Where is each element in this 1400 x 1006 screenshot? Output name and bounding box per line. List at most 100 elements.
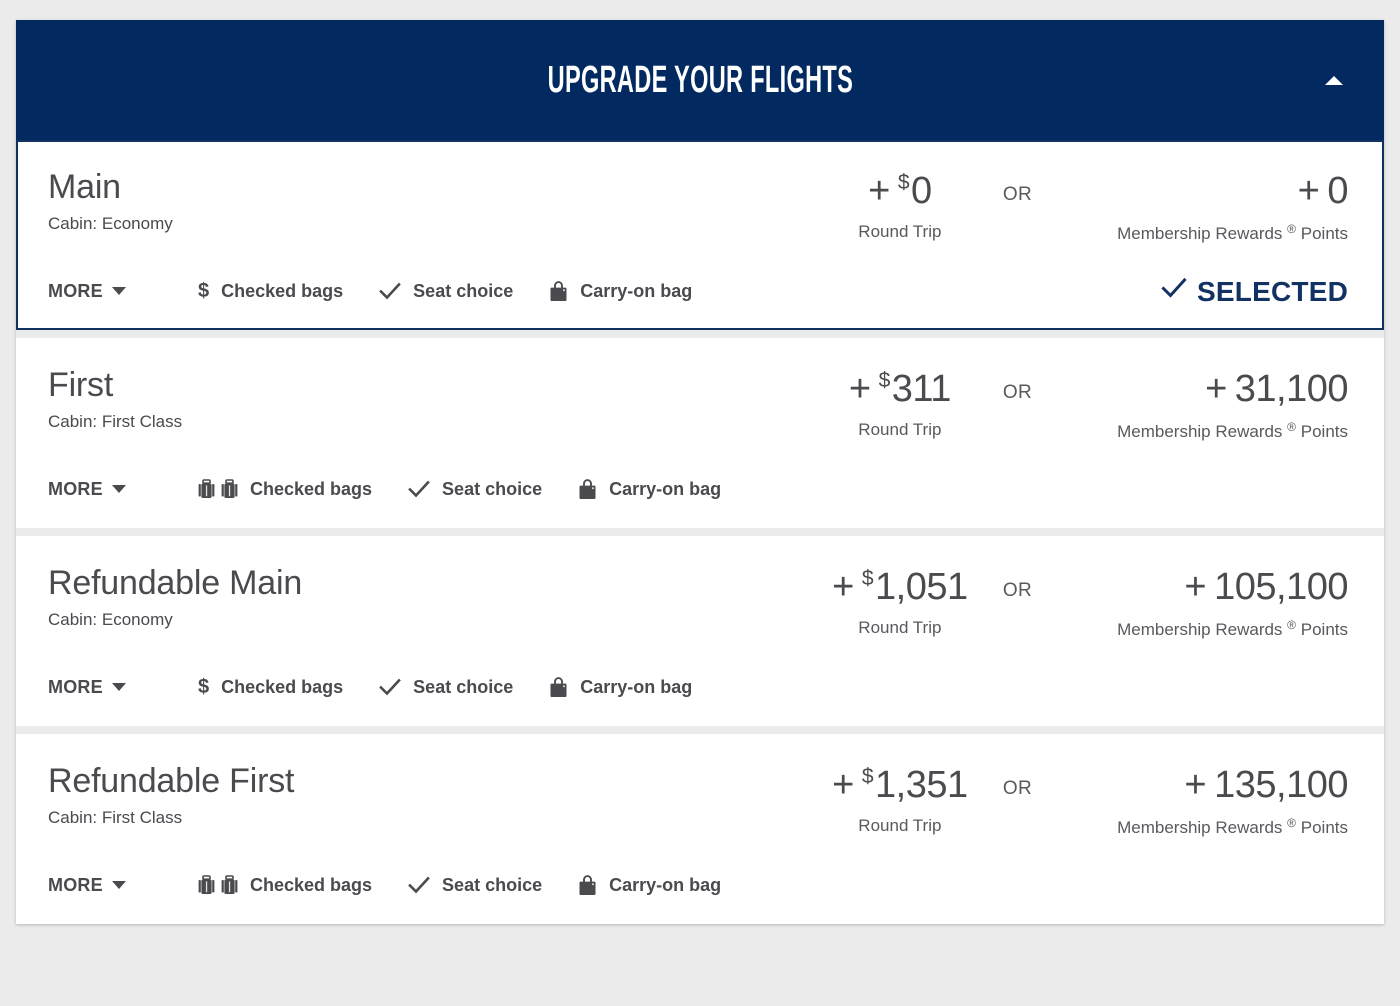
fare-card-header: Refundable Main Cabin: Economy + $1,051 Roun… [48,564,1348,640]
panel-header: UPGRADE YOUR FLIGHTS [16,20,1384,140]
more-button[interactable]: MORE [48,281,198,302]
check-icon [379,280,402,302]
suitcase-icon [198,479,215,499]
selected-check-icon [1161,275,1187,308]
caret-up-icon [1325,75,1343,85]
chevron-down-icon [111,287,126,295]
feature-checked-bags: $ Checked bags [198,677,343,698]
points-suffix: Points [1300,224,1348,243]
feature-icons [379,280,402,302]
round-trip-label: Round Trip [858,420,942,439]
price-block: + $0 Round Trip OR +0 Membership Rewards ® Po… [815,168,1348,244]
dollar-icon: $ [198,280,210,302]
fare-card-footer: MORE Checked bags Seat choice Carry-on bag [48,474,1348,504]
fare-identity: Refundable Main Cabin: Economy [48,564,302,630]
plus-sign: + [1297,170,1320,212]
more-label: MORE [48,874,103,895]
feature-seat-choice: Seat choice [408,478,542,500]
plus-sign: + [848,368,871,410]
card-divider [16,726,1384,734]
fare-cabin: Cabin: Economy [48,610,173,630]
more-button[interactable]: MORE [48,875,198,896]
price-block: + $311 Round Trip OR +31,100 Membership Rewar… [815,366,1349,442]
feature-label: Carry-on bag [580,280,693,301]
feature-seat-choice: Seat choice [379,676,513,698]
feature-carry-on-bag: Carry-on bag [549,281,692,302]
fare-identity: Refundable First Cabin: First Class [48,762,294,828]
feature-icons: $ [198,281,209,301]
fare-card-main[interactable]: Main Cabin: Economy + $0 Round Trip OR +0 Membe… [16,140,1384,330]
cash-price: + $311 Round Trip [815,370,985,440]
card-divider [16,528,1384,536]
check-icon [379,676,402,698]
points-program-name: Membership Rewards [1117,224,1283,243]
feature-icons [198,479,238,499]
currency-symbol: $ [861,765,874,788]
more-label: MORE [48,280,103,301]
check-icon [408,874,430,896]
fare-card-header: Refundable First Cabin: First Class + $1,35… [48,762,1348,838]
fare-name: Refundable First [48,762,295,800]
check-icon [408,478,430,500]
cash-value: 0 [911,170,932,212]
dollar-icon: $ [198,676,210,698]
or-separator: OR [1002,184,1032,205]
cash-value: 311 [891,368,952,410]
fare-identity: First Cabin: First Class [48,366,182,432]
fare-cabin: Cabin: First Class [48,412,183,432]
cash-amount: + $1,351 [815,766,985,804]
feature-label: Checked bags [221,280,344,301]
fare-card-footer: MORE Checked bags Seat choice Carry-on bag [48,870,1348,900]
feature-icons [198,875,238,895]
registered-trademark-icon: ® [1287,222,1297,236]
feature-list: $ Checked bags Seat choice Carry-on bag [198,676,692,698]
fare-card-footer: MORE $ Checked bags Seat choice Carry-on bag… [48,275,1348,308]
feature-list: Checked bags Seat choice Carry-on bag [198,874,721,896]
fare-card-header: First Cabin: First Class + $311 Round Trip OR… [48,366,1349,442]
currency-symbol: $ [897,171,910,194]
points-label: Membership Rewards ® Points [1048,618,1348,640]
points-value: 31,100 [1234,368,1349,410]
or-separator: OR [1002,382,1032,403]
points-suffix: Points [1300,422,1348,441]
points-label: Membership Rewards ® Points [1048,420,1348,442]
cash-amount: + $311 [815,370,985,408]
currency-symbol: $ [861,567,874,590]
upgrade-panel: UPGRADE YOUR FLIGHTS Main Cabin: Economy +… [16,20,1384,924]
carry-on-bag-icon [549,676,568,698]
plus-sign: + [832,764,854,806]
price-block: + $1,051 Round Trip OR +105,100 Membership Re… [815,564,1348,640]
feature-label: Checked bags [250,874,373,895]
or-separator: OR [1002,580,1032,601]
feature-icons [549,280,568,302]
points-suffix: Points [1300,620,1348,639]
cash-value: 1,051 [875,566,968,608]
more-button[interactable]: MORE [48,677,198,698]
feature-icons: $ [198,677,209,697]
fare-card-first[interactable]: First Cabin: First Class + $311 Round Trip OR… [16,338,1384,528]
points-value: 135,100 [1214,764,1348,806]
chevron-down-icon [111,881,126,889]
points-value: 105,100 [1214,566,1348,608]
collapse-toggle-button[interactable] [1320,66,1348,94]
registered-trademark-icon: ® [1287,420,1297,434]
plus-sign: + [1184,764,1207,806]
feature-seat-choice: Seat choice [408,874,542,896]
fare-cabin: Cabin: Economy [48,214,173,234]
fare-card-refundable-first[interactable]: Refundable First Cabin: First Class + $1,35… [16,734,1384,924]
points-amount: +135,100 [1048,766,1348,804]
feature-checked-bags: $ Checked bags [198,281,343,302]
fare-card-refundable-main[interactable]: Refundable Main Cabin: Economy + $1,051 Roun… [16,536,1384,726]
suitcase-icon [221,479,238,499]
more-button[interactable]: MORE [48,479,198,500]
feature-icons [408,478,430,500]
feature-label: Checked bags [221,676,344,697]
chevron-down-icon [111,485,126,493]
points-label: Membership Rewards ® Points [1048,816,1348,838]
feature-list: $ Checked bags Seat choice Carry-on bag [198,280,692,302]
feature-label: Seat choice [413,280,514,301]
feature-icons [379,676,402,698]
feature-label: Carry-on bag [609,478,722,499]
carry-on-bag-icon [578,874,597,896]
feature-seat-choice: Seat choice [379,280,513,302]
